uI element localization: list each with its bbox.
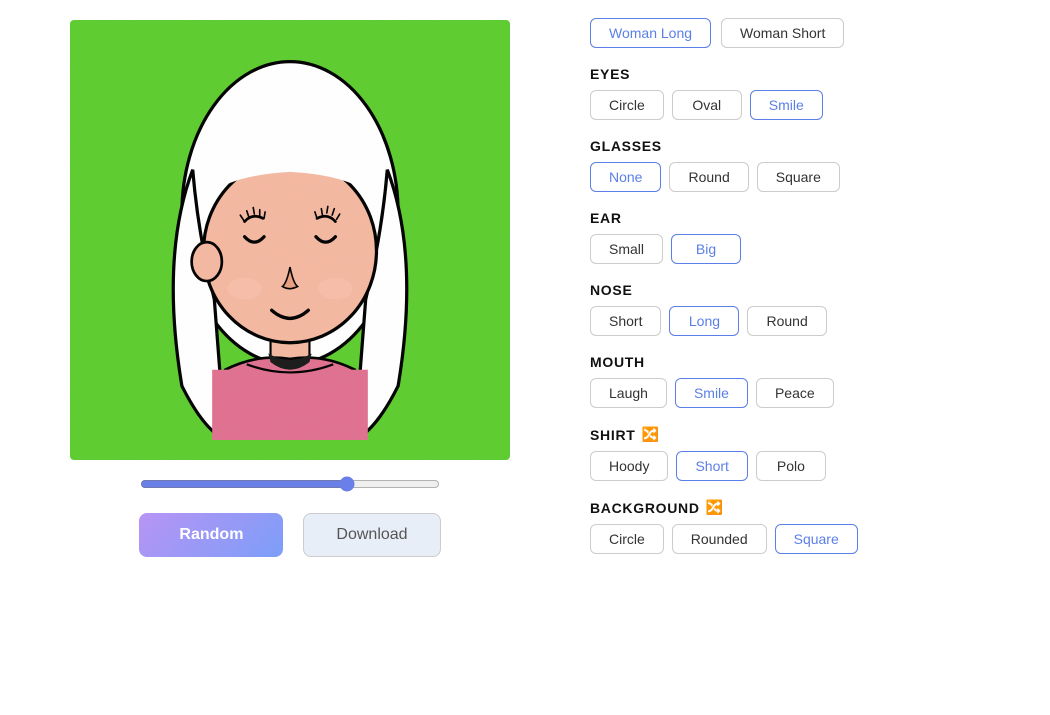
eyes-options: Circle Oval Smile xyxy=(590,90,1030,120)
glasses-section: GLASSES None Round Square xyxy=(590,138,1030,192)
shirt-hoody[interactable]: Hoody xyxy=(590,451,668,481)
hair-section: Woman Long Woman Short xyxy=(590,18,1030,48)
eyes-oval[interactable]: Oval xyxy=(672,90,742,120)
mouth-options: Laugh Smile Peace xyxy=(590,378,1030,408)
right-panel: Woman Long Woman Short EYES Circle Oval … xyxy=(580,0,1050,715)
nose-section: NOSE Short Long Round xyxy=(590,282,1030,336)
eyes-label: EYES xyxy=(590,66,1030,82)
mouth-section: MOUTH Laugh Smile Peace xyxy=(590,354,1030,408)
background-section: BACKGROUND 🔀 Circle Rounded Square xyxy=(590,499,1030,554)
shirt-short[interactable]: Short xyxy=(676,451,747,481)
shirt-label: SHIRT 🔀 xyxy=(590,426,1030,443)
size-slider[interactable] xyxy=(140,476,440,492)
background-label: BACKGROUND 🔀 xyxy=(590,499,1030,516)
nose-options: Short Long Round xyxy=(590,306,1030,336)
background-square[interactable]: Square xyxy=(775,524,858,554)
eyes-smile[interactable]: Smile xyxy=(750,90,823,120)
glasses-options: None Round Square xyxy=(590,162,1030,192)
glasses-round[interactable]: Round xyxy=(669,162,748,192)
nose-short[interactable]: Short xyxy=(590,306,661,336)
eyes-section: EYES Circle Oval Smile xyxy=(590,66,1030,120)
hair-option-woman-short[interactable]: Woman Short xyxy=(721,18,844,48)
avatar-slider-wrap xyxy=(140,476,440,497)
nose-long[interactable]: Long xyxy=(669,306,739,336)
mouth-peace[interactable]: Peace xyxy=(756,378,834,408)
background-rounded[interactable]: Rounded xyxy=(672,524,767,554)
left-panel: Random Download xyxy=(0,0,580,715)
ear-section: EAR Small Big xyxy=(590,210,1030,264)
background-random-icon[interactable]: 🔀 xyxy=(706,499,724,516)
shirt-section: SHIRT 🔀 Hoody Short Polo xyxy=(590,426,1030,481)
ear-small[interactable]: Small xyxy=(590,234,663,264)
nose-round[interactable]: Round xyxy=(747,306,826,336)
mouth-label: MOUTH xyxy=(590,354,1030,370)
action-buttons: Random Download xyxy=(139,513,440,557)
avatar-preview xyxy=(70,20,510,460)
random-button[interactable]: Random xyxy=(139,513,283,557)
background-circle[interactable]: Circle xyxy=(590,524,664,554)
nose-label: NOSE xyxy=(590,282,1030,298)
shirt-random-icon[interactable]: 🔀 xyxy=(642,426,660,443)
hair-option-woman-long[interactable]: Woman Long xyxy=(590,18,711,48)
shirt-polo[interactable]: Polo xyxy=(756,451,826,481)
mouth-laugh[interactable]: Laugh xyxy=(590,378,667,408)
glasses-label: GLASSES xyxy=(590,138,1030,154)
download-button[interactable]: Download xyxy=(303,513,440,557)
shirt-options: Hoody Short Polo xyxy=(590,451,1030,481)
eyes-circle[interactable]: Circle xyxy=(590,90,664,120)
ear-big[interactable]: Big xyxy=(671,234,741,264)
background-options: Circle Rounded Square xyxy=(590,524,1030,554)
mouth-smile[interactable]: Smile xyxy=(675,378,748,408)
ear-label: EAR xyxy=(590,210,1030,226)
ear-options: Small Big xyxy=(590,234,1030,264)
glasses-none[interactable]: None xyxy=(590,162,661,192)
glasses-square[interactable]: Square xyxy=(757,162,840,192)
